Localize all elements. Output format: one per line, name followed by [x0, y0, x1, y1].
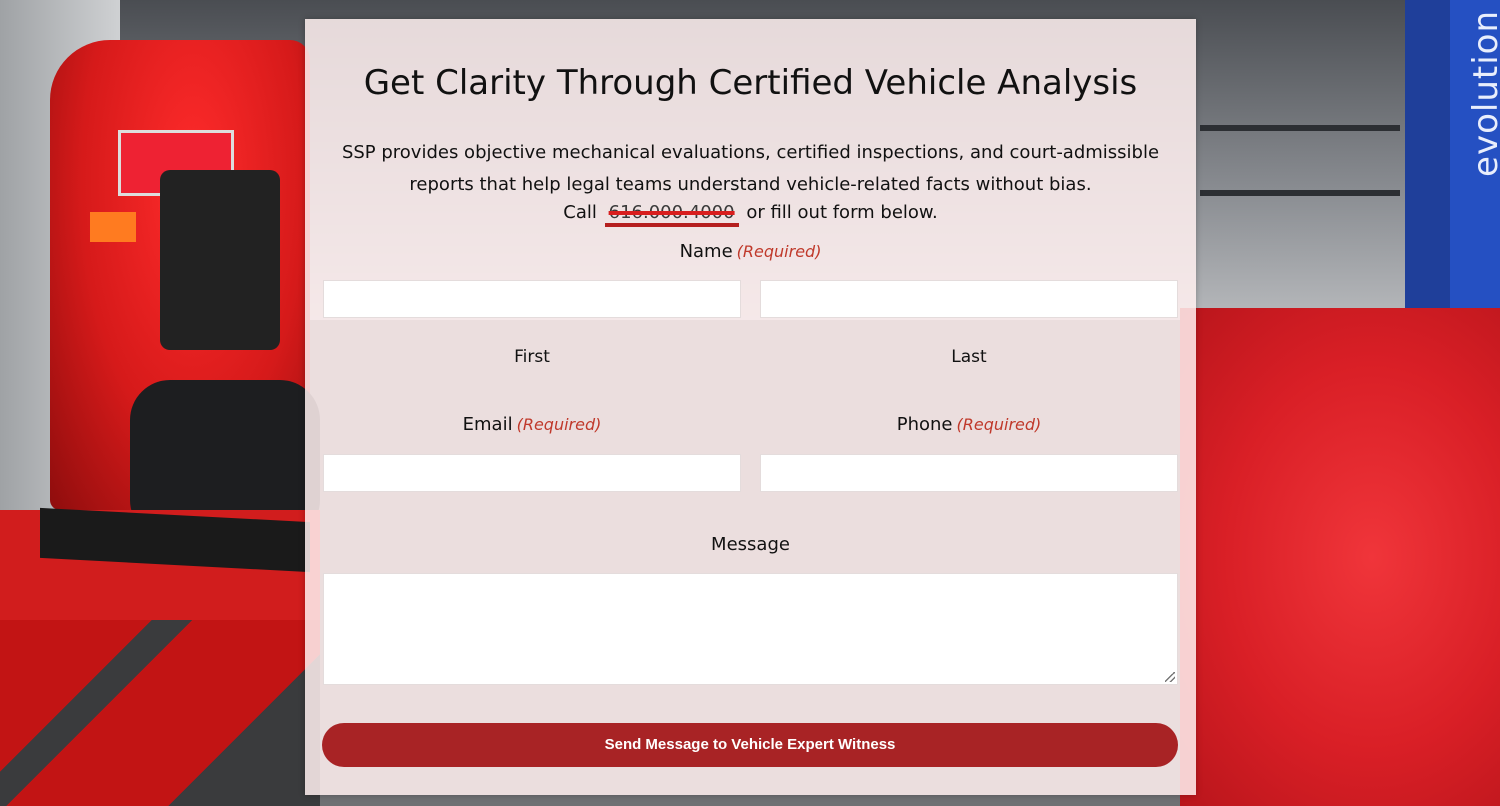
phone-link[interactable]: 616.000.4000	[604, 202, 739, 227]
submit-button[interactable]: Send Message to Vehicle Expert Witness	[322, 723, 1178, 767]
last-name-sublabel: Last	[951, 347, 987, 367]
car-indicator-light	[90, 212, 136, 242]
last-name-input[interactable]	[760, 280, 1178, 318]
email-required-badge: (Required)	[516, 415, 602, 434]
ceiling-beam	[1200, 190, 1400, 196]
name-required-badge: (Required)	[736, 242, 822, 261]
email-input[interactable]	[323, 454, 741, 492]
call-prefix: Call	[563, 202, 597, 223]
name-label-text: Name	[679, 241, 733, 262]
phone-input[interactable]	[760, 454, 1178, 492]
car-bumper	[160, 170, 280, 350]
first-name-input[interactable]	[323, 280, 741, 318]
call-suffix: or fill out form below.	[746, 202, 938, 223]
phone-label: Phone (Required)	[760, 414, 1178, 435]
form-title: Get Clarity Through Certified Vehicle An…	[363, 63, 1138, 103]
contact-form-panel: Get Clarity Through Certified Vehicle An…	[305, 19, 1196, 795]
phone-required-badge: (Required)	[956, 415, 1042, 434]
red-lift-platform	[1180, 308, 1500, 806]
lift-brand-text: evolution	[1466, 10, 1500, 177]
email-label: Email (Required)	[323, 414, 741, 435]
resize-handle-icon[interactable]	[1165, 672, 1175, 682]
garage-floor	[0, 620, 320, 806]
call-line: Call 616.000.4000 or fill out form below…	[305, 202, 1196, 227]
first-name-sublabel: First	[514, 347, 550, 367]
intro-text: SSP provides objective mechanical evalua…	[341, 142, 1160, 195]
ceiling-beam	[1200, 125, 1400, 131]
email-label-text: Email	[462, 414, 513, 435]
message-textarea[interactable]	[323, 573, 1178, 685]
name-label: Name (Required)	[305, 241, 1196, 262]
phone-label-text: Phone	[896, 414, 953, 435]
message-label: Message	[711, 534, 790, 555]
